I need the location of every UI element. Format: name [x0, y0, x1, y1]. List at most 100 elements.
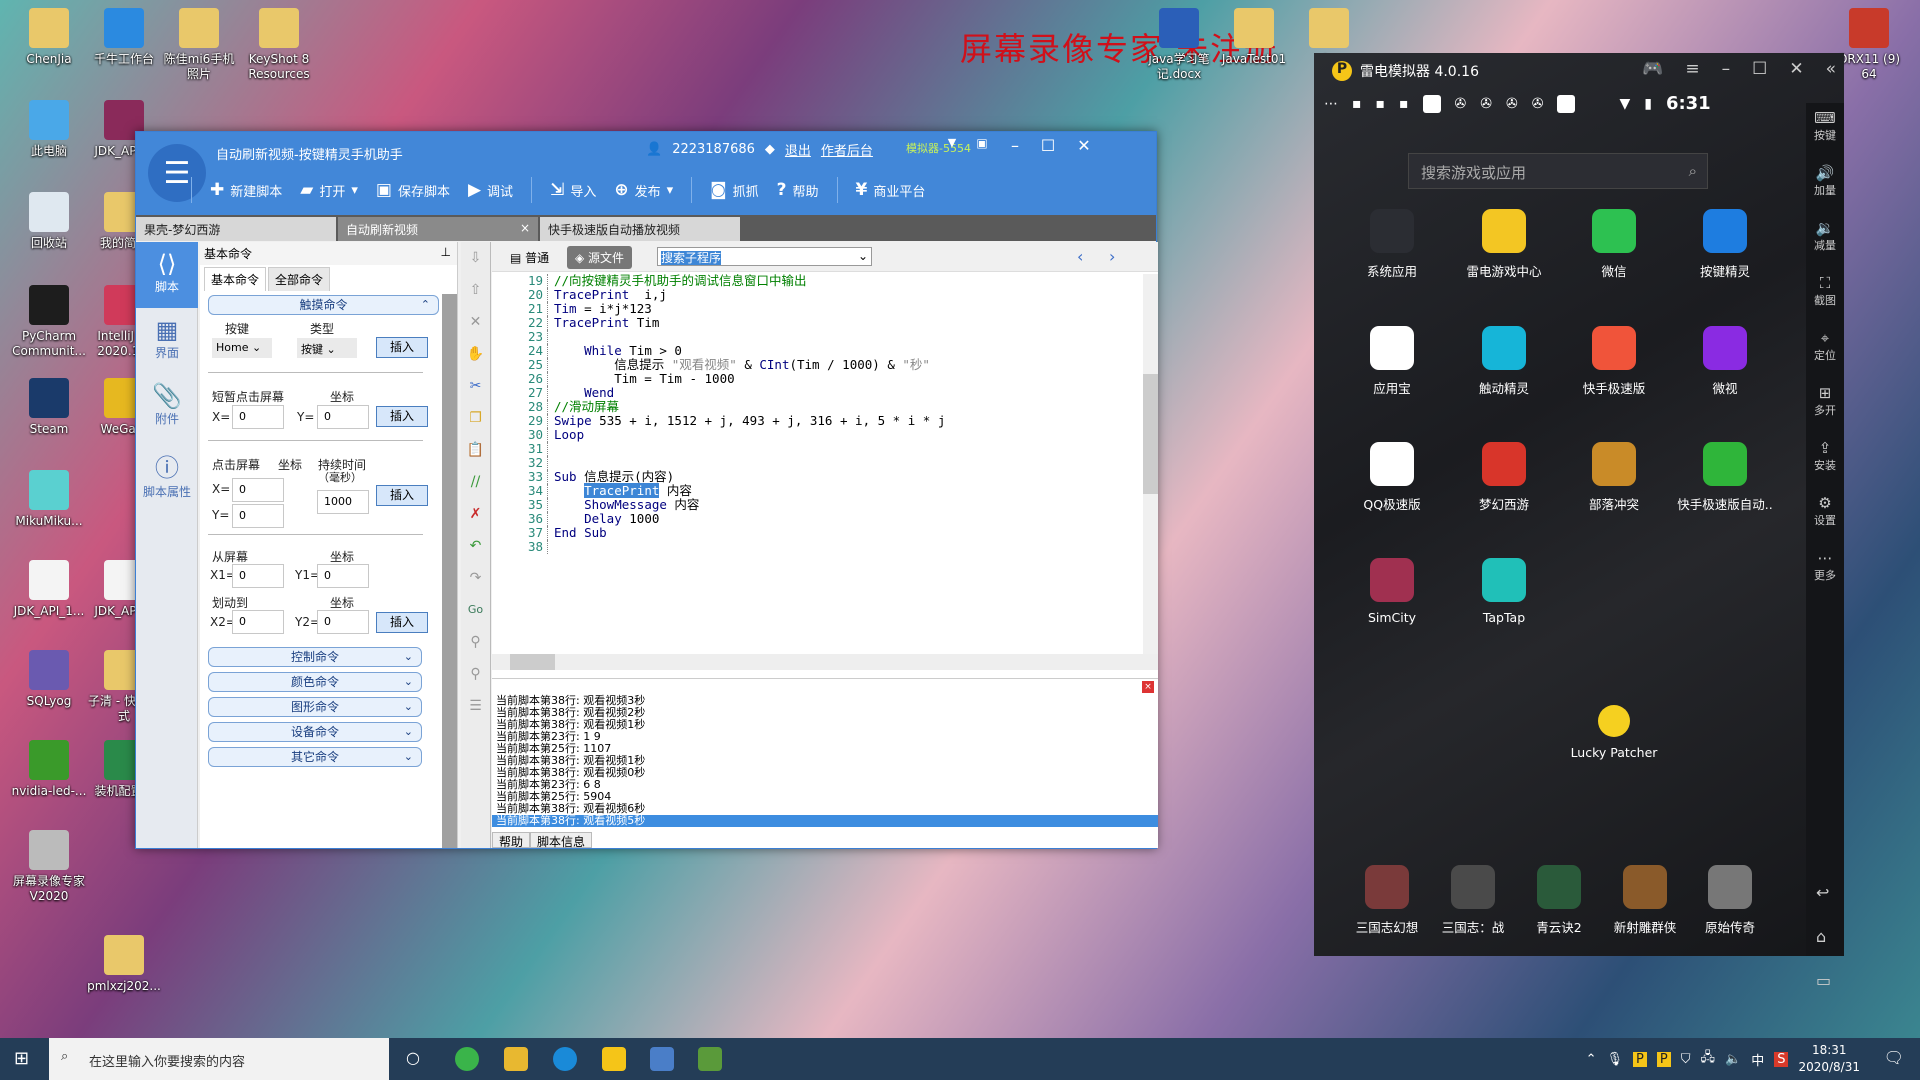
- command-group[interactable]: 图形命令 ⌄: [208, 697, 422, 717]
- app-search-input[interactable]: 搜索游戏或应用 ⌕: [1408, 153, 1708, 189]
- duration-input[interactable]: 1000: [317, 490, 369, 514]
- pin-icon[interactable]: ⊥: [441, 245, 451, 259]
- business-platform-button[interactable]: ¥ 商业平台: [856, 180, 926, 200]
- code-line[interactable]: 32: [492, 456, 1142, 470]
- nav-ui[interactable]: ▦ 界面: [136, 308, 198, 374]
- redo-icon[interactable]: ↷: [461, 562, 490, 594]
- code-line[interactable]: 35 ShowMessage 内容: [492, 498, 1142, 512]
- android-app[interactable]: 系统应用: [1337, 209, 1447, 280]
- leidian-taskbar-icon[interactable]: [602, 1047, 626, 1071]
- android-app[interactable]: 按键精灵: [1670, 209, 1780, 280]
- command-group[interactable]: 控制命令 ⌄: [208, 647, 422, 667]
- emulator-side-button[interactable]: ⌖ 定位: [1806, 323, 1844, 378]
- list-icon[interactable]: ☰: [461, 690, 490, 722]
- taskbar-search-input[interactable]: ⌕ 在这里输入你要搜索的内容: [49, 1038, 389, 1080]
- press-x-input[interactable]: 0: [232, 478, 284, 502]
- close-button[interactable]: ✕: [1068, 136, 1100, 155]
- press-y-input[interactable]: 0: [232, 504, 284, 528]
- source-mode-button[interactable]: ◈ 源文件: [567, 246, 633, 269]
- import-button[interactable]: ⇲ 导入: [550, 180, 596, 200]
- desktop-icon[interactable]: JavaTest01: [1215, 8, 1293, 67]
- android-app[interactable]: 梦幻西游: [1449, 442, 1559, 513]
- dropdown-arrow-icon[interactable]: ▼: [936, 136, 968, 149]
- open-button[interactable]: ▰ 打开 ▾: [300, 180, 358, 200]
- code-line[interactable]: 33 Sub 信息提示(内容): [492, 470, 1142, 484]
- output-line[interactable]: 当前脚本第38行: 观看视频5秒: [492, 815, 1158, 827]
- dock-app[interactable]: 原始传奇: [1675, 865, 1785, 936]
- emulator-side-button[interactable]: ⇪ 安装: [1806, 433, 1844, 488]
- tab-basic-commands[interactable]: 基本命令: [204, 267, 267, 291]
- command-group[interactable]: 颜色命令 ⌄: [208, 672, 422, 692]
- emulator-side-button[interactable]: 🔉 减量: [1806, 213, 1844, 268]
- tap-x-input[interactable]: 0: [232, 405, 284, 429]
- close-tab-icon[interactable]: ×: [520, 221, 530, 235]
- replace-icon[interactable]: ⚲: [461, 658, 490, 690]
- android-app-lucky-patcher[interactable]: Lucky Patcher: [1559, 705, 1669, 760]
- desktop-icon[interactable]: 陈佳mi6手机照片: [160, 8, 238, 82]
- leidian-tray-icon[interactable]: P: [1656, 1051, 1671, 1067]
- subroutine-search-select[interactable]: 搜索子程序 ⌄: [657, 247, 872, 266]
- tab-guoke-menghuan[interactable]: 果壳-梦幻西游: [136, 217, 336, 241]
- normal-mode-button[interactable]: ▤ 普通: [510, 249, 549, 266]
- hand-icon[interactable]: ✋: [461, 338, 490, 370]
- insert-key-button[interactable]: 插入: [376, 337, 428, 358]
- code-line[interactable]: 25 信息提示 "观看视频" & CInt(Tim / 1000) & "秒": [492, 358, 1142, 372]
- command-scrollbar[interactable]: [442, 294, 457, 848]
- help-button[interactable]: ? 帮助: [777, 180, 819, 200]
- sogou-icon[interactable]: S: [1774, 1051, 1789, 1067]
- to-y-input[interactable]: 0: [317, 610, 369, 634]
- browser-360-icon[interactable]: [455, 1047, 479, 1071]
- microphone-icon[interactable]: 🎙: [1607, 1052, 1624, 1067]
- publish-button[interactable]: ⊕ 发布 ▾: [614, 180, 673, 200]
- forward-icon[interactable]: ›: [1109, 247, 1115, 266]
- code-line[interactable]: 31: [492, 442, 1142, 456]
- debug-button[interactable]: ▶ 调试: [468, 180, 513, 200]
- tab-help[interactable]: 帮助: [492, 832, 531, 849]
- code-line[interactable]: 26 Tim = Tim - 1000: [492, 372, 1142, 386]
- clock[interactable]: 18:31 2020/8/31: [1798, 1042, 1860, 1076]
- minimize-button[interactable]: –: [999, 136, 1031, 155]
- tab-script-info[interactable]: 脚本信息: [530, 832, 593, 849]
- move-down-icon[interactable]: ⇩: [461, 242, 490, 274]
- capture-button[interactable]: ◙ 抓抓: [710, 180, 759, 200]
- uncomment-icon[interactable]: ✗: [461, 498, 490, 530]
- emulator-side-button[interactable]: ⊞ 多开: [1806, 378, 1844, 433]
- new-script-button[interactable]: ✚ 新建脚本: [210, 180, 282, 200]
- author-backend-link[interactable]: 作者后台: [821, 140, 873, 159]
- close-button[interactable]: ✕: [1789, 59, 1803, 79]
- file-explorer-icon[interactable]: [504, 1047, 528, 1071]
- maximize-button[interactable]: ☐: [1752, 59, 1767, 79]
- collapse-sidebar-icon[interactable]: «: [1826, 59, 1836, 79]
- code-vscrollbar[interactable]: [1143, 274, 1158, 654]
- nav-script[interactable]: ⟨⟩ 脚本: [136, 242, 198, 308]
- find-icon[interactable]: ⚲: [461, 626, 490, 658]
- desktop-icon[interactable]: SQLyog: [10, 650, 88, 709]
- maximize-button[interactable]: ☐: [1032, 136, 1064, 155]
- emulator-side-button[interactable]: ⋯ 更多: [1806, 543, 1844, 598]
- desktop-icon[interactable]: pmlxzj202...: [85, 935, 163, 994]
- desktop-icon[interactable]: 此电脑: [10, 100, 88, 159]
- tab-kuaishou-autoplay[interactable]: 快手极速版自动播放视频: [540, 217, 740, 241]
- back-icon[interactable]: ‹: [1077, 247, 1083, 266]
- edge-icon[interactable]: [553, 1047, 577, 1071]
- android-app[interactable]: 雷电游戏中心: [1449, 209, 1559, 280]
- android-app[interactable]: 快手极速版: [1559, 326, 1669, 397]
- command-group[interactable]: 设备命令 ⌄: [208, 722, 422, 742]
- android-app[interactable]: 部落冲突: [1559, 442, 1669, 513]
- goto-icon[interactable]: Go: [461, 594, 490, 626]
- key-select[interactable]: Home ⌄: [212, 338, 272, 358]
- gamepad-icon[interactable]: 🎮: [1642, 59, 1663, 79]
- code-line[interactable]: 28 //滑动屏幕: [492, 400, 1142, 414]
- desktop-icon[interactable]: PyCharm Communit...: [10, 285, 88, 359]
- desktop-icon[interactable]: Steam: [10, 378, 88, 437]
- android-app[interactable]: QQ极速版: [1337, 442, 1447, 513]
- desktop-icon[interactable]: java学习笔记.docx: [1140, 8, 1218, 82]
- copy-icon[interactable]: ❐: [461, 402, 490, 434]
- insert-press-button[interactable]: 插入: [376, 485, 428, 506]
- from-x-input[interactable]: 0: [232, 564, 284, 588]
- undo-icon[interactable]: ↶: [461, 530, 490, 562]
- emulator-side-button[interactable]: ⌨ 按键: [1806, 103, 1844, 158]
- code-line[interactable]: 23: [492, 330, 1142, 344]
- leidian-tray-icon[interactable]: P: [1633, 1051, 1647, 1067]
- desktop-icon[interactable]: JDK_API_1...: [10, 560, 88, 619]
